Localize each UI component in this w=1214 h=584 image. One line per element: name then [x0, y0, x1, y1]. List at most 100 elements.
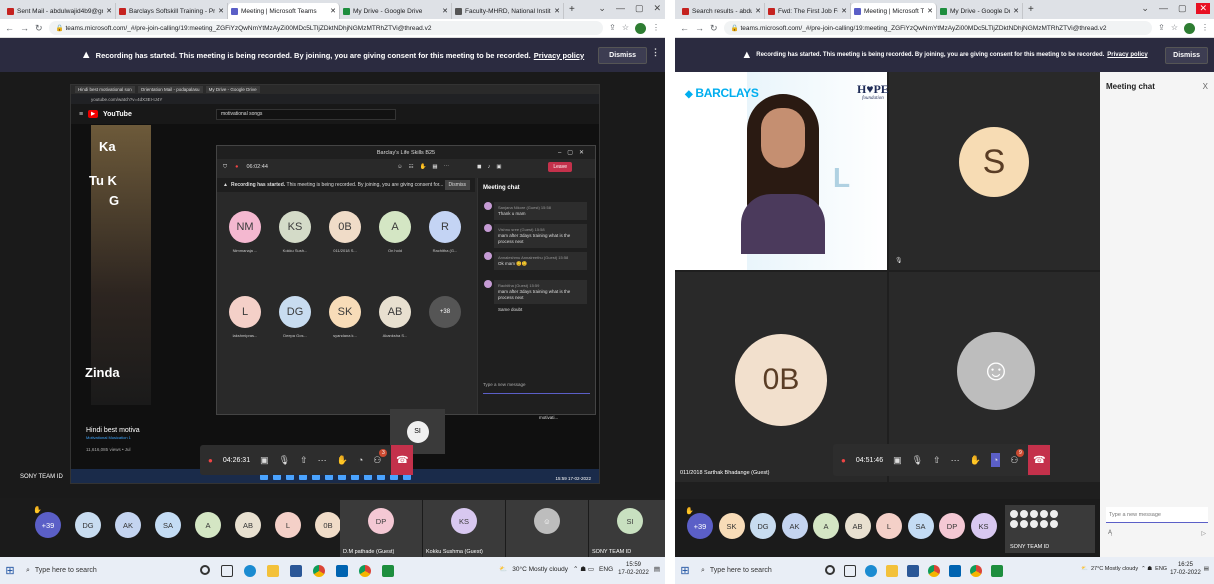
hang-up-button[interactable]: ☎	[1028, 445, 1051, 475]
avatar[interactable]: +39	[685, 507, 713, 539]
avatar[interactable]: A	[813, 513, 839, 539]
camera-off-icon[interactable]: ▣	[260, 455, 269, 466]
video-tile[interactable]: ☺	[506, 500, 588, 557]
file-explorer-icon[interactable]	[267, 564, 279, 577]
dismiss-button[interactable]: Dismiss	[1165, 47, 1208, 64]
avatar[interactable]: AK	[781, 513, 808, 539]
profile-avatar[interactable]	[1184, 22, 1195, 34]
photos-icon[interactable]	[336, 564, 348, 577]
avatar[interactable]: SA	[155, 512, 181, 538]
avatar[interactable]: DG	[750, 513, 776, 539]
browser-tab[interactable]: My Drive - Google Drive✕	[340, 3, 452, 19]
star-icon[interactable]: ☆	[1171, 23, 1178, 34]
chrome-icon[interactable]	[313, 564, 325, 577]
chrome-icon[interactable]	[928, 564, 940, 577]
more-icon[interactable]: ⋯	[318, 455, 327, 466]
people-icon[interactable]: ⚇ 9	[1010, 448, 1025, 466]
forward-icon[interactable]: →	[20, 23, 29, 33]
chat-icon[interactable]: ◔	[990, 453, 1001, 467]
close-tab-icon[interactable]: ✕	[924, 7, 933, 15]
close-tab-icon[interactable]: ✕	[838, 7, 847, 15]
avatar[interactable]: KS	[970, 513, 997, 539]
notification-icon[interactable]: ▤	[654, 565, 660, 573]
avatar[interactable]: SK	[718, 513, 745, 539]
photos-icon[interactable]	[949, 564, 961, 577]
chrome-icon[interactable]	[359, 564, 371, 577]
reload-icon[interactable]: ↻	[35, 23, 43, 34]
back-icon[interactable]: ←	[5, 23, 14, 33]
windows-start-icon[interactable]: ⊞	[0, 564, 20, 577]
camera-off-icon[interactable]: ▣	[893, 455, 902, 466]
avatar[interactable]: L	[876, 513, 902, 539]
avatar[interactable]: AK	[115, 512, 141, 538]
share-icon[interactable]: ⇪	[609, 23, 616, 34]
browser-tab[interactable]: Sent Mail - abdulwajid4b9@gm ✕	[4, 3, 116, 19]
menu-icon[interactable]: ⋮	[1201, 23, 1209, 34]
chrome-icon[interactable]	[970, 564, 982, 577]
browser-tab[interactable]: Search results - abdulwajid4b9✕	[679, 3, 765, 19]
url-field[interactable]: 🔒 teams.microsoft.com/_#/pre-join-callin…	[723, 21, 1153, 35]
raise-hand-icon[interactable]: ✋	[337, 455, 348, 466]
browser-tab[interactable]: Faculty-MHRD, National Instituti ✕	[452, 3, 564, 19]
dismiss-button[interactable]: Dismiss	[598, 47, 647, 64]
edge-icon[interactable]	[244, 564, 256, 577]
send-icon[interactable]: ▷	[1201, 530, 1206, 537]
avatar[interactable]: +39	[33, 506, 61, 538]
new-tab-icon[interactable]: +	[564, 4, 580, 15]
store-icon[interactable]	[290, 564, 302, 577]
avatar[interactable]: DP	[939, 513, 965, 539]
taskbar-search[interactable]: ⌕ Type here to search	[695, 561, 815, 581]
browser-tab[interactable]: Fwd: The First Job Fellowship - A✕	[765, 3, 851, 19]
browser-tab[interactable]: Meeting | Microsoft Teams✕	[228, 3, 340, 19]
store-icon[interactable]	[907, 564, 919, 577]
video-tile[interactable]: KS Kokku Sushma (Guest)	[423, 500, 505, 557]
browser-tab[interactable]: My Drive - Google Drive✕	[937, 3, 1023, 19]
raise-hand-icon[interactable]: ✋	[970, 455, 981, 466]
file-explorer-icon[interactable]	[886, 564, 898, 577]
url-field[interactable]: 🔒 teams.microsoft.com/_#/pre-join-callin…	[48, 21, 604, 35]
avatar[interactable]: DG	[75, 512, 101, 538]
new-tab-icon[interactable]: +	[1023, 4, 1039, 15]
browser-tab[interactable]: Meeting | Microsoft Teams✕	[851, 3, 937, 19]
back-icon[interactable]: ←	[680, 23, 689, 33]
avatar[interactable]: AB	[235, 512, 261, 538]
close-tab-icon[interactable]: ✕	[327, 7, 336, 15]
task-view-icon[interactable]	[844, 564, 856, 577]
share-screen-icon[interactable]: ⇧	[933, 455, 941, 466]
avatar[interactable]: 0B	[315, 512, 341, 538]
window-controls[interactable]: ⌄ — ▢ ✕	[598, 3, 661, 14]
edge-icon[interactable]	[865, 564, 877, 577]
taskbar-search[interactable]: ⌕ Type here to search	[20, 561, 170, 581]
people-icon[interactable]: ⚇ 3	[373, 448, 388, 466]
privacy-policy-link[interactable]: Privacy policy	[1107, 52, 1147, 58]
chat-input[interactable]: Type a new message	[1106, 507, 1208, 523]
more-icon[interactable]: ⋮	[651, 47, 660, 58]
more-icon[interactable]: ⋯	[951, 455, 960, 466]
chat-icon[interactable]: ◔	[358, 455, 363, 465]
mic-off-icon[interactable]: 🎙	[279, 455, 290, 466]
app-icon[interactable]	[991, 564, 1003, 577]
close-tab-icon[interactable]: ✕	[439, 7, 448, 15]
avatar[interactable]: A	[195, 512, 221, 538]
avatar[interactable]: AB	[844, 513, 871, 539]
avatar[interactable]: L	[275, 512, 301, 538]
cortana-icon[interactable]	[825, 564, 835, 575]
close-tab-icon[interactable]: ✕	[103, 7, 112, 15]
close-tab-icon[interactable]: ✕	[215, 7, 224, 15]
star-icon[interactable]: ☆	[622, 23, 629, 34]
share-screen-icon[interactable]: ⇧	[300, 455, 308, 466]
profile-avatar[interactable]	[635, 22, 646, 34]
format-icon[interactable]: Ą	[1108, 530, 1112, 537]
windows-start-icon[interactable]: ⊞	[675, 564, 695, 577]
menu-icon[interactable]: ⋮	[652, 23, 660, 34]
avatar[interactable]: SA	[907, 513, 934, 539]
privacy-policy-link[interactable]: Privacy policy	[534, 51, 584, 60]
share-icon[interactable]: ⇪	[1158, 23, 1165, 34]
close-tab-icon[interactable]: ✕	[551, 7, 560, 15]
close-tab-icon[interactable]: ✕	[752, 7, 761, 15]
video-tile[interactable]: DP D.M pathade (Guest)	[340, 500, 422, 557]
video-tile[interactable]: SI SONY TEAM ID	[589, 500, 665, 557]
browser-tab[interactable]: Barclays Softskill Training - Pre ✕	[116, 3, 228, 19]
reload-icon[interactable]: ↻	[710, 23, 718, 34]
forward-icon[interactable]: →	[695, 23, 704, 33]
